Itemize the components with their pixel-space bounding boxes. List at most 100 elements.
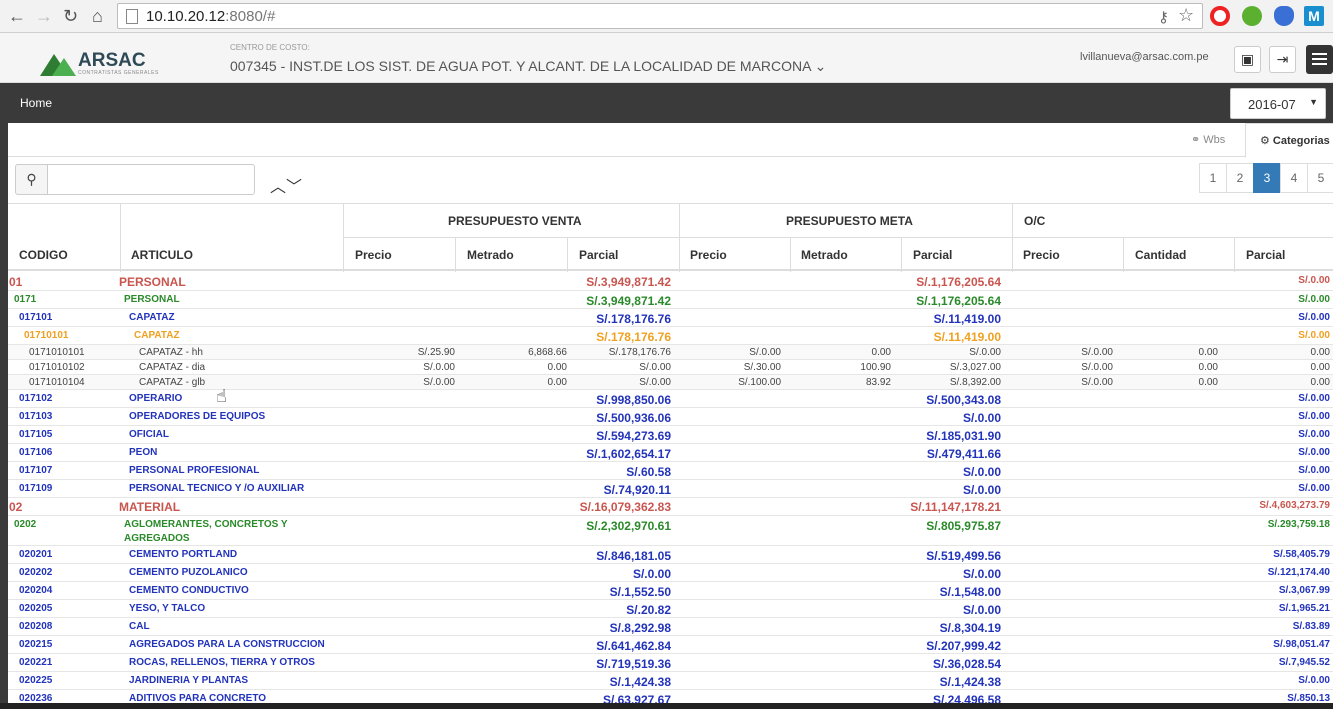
col-codigo[interactable]: CODIGO xyxy=(19,248,68,262)
page-4-button[interactable]: 4 xyxy=(1280,163,1308,193)
nav-home-link[interactable]: Home xyxy=(20,96,52,110)
table-row[interactable]: 01 PERSONAL S/.3,949,871.42 S/.1,176,205.64… xyxy=(8,273,1333,291)
table-row[interactable]: 0202 AGLOMERANTES, CONCRETOS Y AGREGADOS S/… xyxy=(8,516,1333,546)
row-name-line2: AGREGADOS xyxy=(124,533,190,544)
row-code: 020215 xyxy=(19,639,53,650)
cell-oc-parcial: S/.0.00 xyxy=(1298,465,1330,476)
forward-icon[interactable]: → xyxy=(35,6,53,27)
table-row[interactable]: 01710101 CAPATAZ S/.178,176.76 S/.11,419.00… xyxy=(8,327,1333,345)
cell-oc-parcial: 0.00 xyxy=(1310,377,1330,388)
table-row[interactable]: 017106 PEON S/.1,602,654.17 S/.479,411.66 S/… xyxy=(8,444,1333,462)
logout-button[interactable]: ⇥ xyxy=(1269,46,1296,73)
page-1-button[interactable]: 1 xyxy=(1199,163,1227,193)
menu-button[interactable] xyxy=(1306,45,1333,74)
cell-m-parcial: S/.1,176,205.64 xyxy=(916,294,1001,308)
tab-categorias[interactable]: ⚙ Categorias xyxy=(1245,123,1333,158)
col-meta-precio[interactable]: Precio xyxy=(690,248,727,262)
row-name: YESO, Y TALCO xyxy=(129,603,206,614)
cell-v-parcial: S/.500,936.06 xyxy=(596,411,671,425)
row-code: 01710101 xyxy=(24,330,69,341)
col-venta-precio[interactable]: Precio xyxy=(355,248,392,262)
cell-oc-parcial: S/.0.00 xyxy=(1298,275,1330,286)
col-oc-precio[interactable]: Precio xyxy=(1023,248,1060,262)
col-meta-parcial[interactable]: Parcial xyxy=(913,248,952,262)
row-code: 017109 xyxy=(19,483,53,494)
row-code: 017103 xyxy=(19,411,53,422)
chevron-up-icon[interactable]: ︿ xyxy=(270,179,286,196)
cell-v-parcial: S/.60.58 xyxy=(626,465,671,479)
table-row[interactable]: 017101 CAPATAZ S/.178,176.76 S/.11,419.00 S/… xyxy=(8,309,1333,327)
address-bar[interactable]: 10.10.20.12:8080/# ⚷ ☆ xyxy=(117,3,1203,29)
table-row[interactable]: 017107 PERSONAL PROFESIONAL S/.60.58 S/.0.0… xyxy=(8,462,1333,480)
table-row[interactable]: 02 MATERIAL S/.16,079,362.83 S/.11,147,178.… xyxy=(8,498,1333,516)
home-icon[interactable]: ⌂ xyxy=(92,6,103,27)
m-extension-icon[interactable]: M xyxy=(1304,6,1324,26)
app-header: ARSAC CONTRATISTAS GENERALES CENTRO DE C… xyxy=(0,33,1333,83)
opera-extension-icon[interactable] xyxy=(1210,6,1230,26)
table-row[interactable]: 017103 OPERADORES DE EQUIPOS S/.500,936.06… xyxy=(8,408,1333,426)
cell-oc-parcial: S/.0.00 xyxy=(1298,675,1330,686)
row-name: CAPATAZ - dia xyxy=(139,362,206,373)
cell-m-parcial: S/.805,975.87 xyxy=(926,519,1001,533)
row-name: MATERIAL xyxy=(119,500,181,514)
browser-toolbar: ← → ↻ ⌂ 10.10.20.12:8080/# ⚷ ☆ M xyxy=(0,0,1333,33)
back-icon[interactable]: ← xyxy=(8,6,26,27)
view-tabs: ⚭ Wbs ⚙ Categorias xyxy=(8,123,1333,158)
table-row[interactable]: 020205 YESO, Y TALCO S/.20.82 S/.0.00 S/.1,9… xyxy=(8,600,1333,618)
table-row[interactable]: 0171010104 CAPATAZ - glb S/.0.00 0.00 S/.0.0… xyxy=(8,375,1333,390)
table-row[interactable]: 020204 CEMENTO CONDUCTIVO S/.1,552.50 S/.1,… xyxy=(8,582,1333,600)
table-row[interactable]: 020202 CEMENTO PUZOLANICO S/.0.00 S/.0.00 S/… xyxy=(8,564,1333,582)
cell-m-parcial: S/.185,031.90 xyxy=(926,429,1001,443)
row-code: 017102 xyxy=(19,393,53,404)
table-row[interactable]: 020208 CAL S/.8,292.98 S/.8,304.19 S/.83.89 xyxy=(8,618,1333,636)
leaf-extension-icon[interactable] xyxy=(1242,6,1262,26)
reload-icon[interactable]: ↻ xyxy=(63,6,78,27)
taskbar-strip xyxy=(0,703,1333,709)
search-input[interactable] xyxy=(47,164,255,195)
key-icon[interactable]: ⚷ xyxy=(1158,8,1169,26)
row-code: 02 xyxy=(9,500,23,514)
table-row[interactable]: 020215 AGREGADOS PARA LA CONSTRUCCION S/.6… xyxy=(8,636,1333,654)
cell-v-parcial: S/.16,079,362.83 xyxy=(579,500,671,514)
table-row[interactable]: 017109 PERSONAL TECNICO Y /O AUXILIAR S/.7… xyxy=(8,480,1333,498)
cell-oc-parcial: S/.58,405.79 xyxy=(1273,549,1330,560)
col-venta-parcial[interactable]: Parcial xyxy=(579,248,618,262)
cell-oc-parcial: S/.121,174.40 xyxy=(1267,567,1330,578)
logo-subtitle: CONTRATISTAS GENERALES xyxy=(78,70,159,76)
page-icon xyxy=(126,9,138,24)
table-row[interactable]: 017102 OPERARIO S/.998,850.06 S/.500,343.08… xyxy=(8,390,1333,408)
cost-center-dropdown[interactable]: 007345 - INST.DE LOS SIST. DE AGUA POT. … xyxy=(230,58,826,75)
table-row[interactable]: 020225 JARDINERIA Y PLANTAS S/.1,424.38 S/.… xyxy=(8,672,1333,690)
row-name: CAL xyxy=(129,621,150,632)
tab-wbs[interactable]: ⚭ Wbs xyxy=(1191,133,1225,146)
table-row[interactable]: 020221 ROCAS, RELLENOS, TIERRA Y OTROS S/.… xyxy=(8,654,1333,672)
briefcase-button[interactable]: ▣ xyxy=(1234,46,1261,73)
cell-v-parcial: S/.0.00 xyxy=(632,567,671,581)
col-venta-metrado[interactable]: Metrado xyxy=(467,248,514,262)
page-2-button[interactable]: 2 xyxy=(1226,163,1254,193)
table-row[interactable]: 017105 OFICIAL S/.594,273.69 S/.185,031.90 S… xyxy=(8,426,1333,444)
table-row[interactable]: 020201 CEMENTO PORTLAND S/.846,181.05 S/.51… xyxy=(8,546,1333,564)
bookmark-star-icon[interactable]: ☆ xyxy=(1178,5,1194,26)
cell-m-parcial: S/.1,548.00 xyxy=(939,585,1001,599)
col-meta-metrado[interactable]: Metrado xyxy=(801,248,848,262)
search-button[interactable]: ⚲ xyxy=(15,164,48,195)
cell-m-parcial: S/.207,999.42 xyxy=(926,639,1001,653)
page-5-button[interactable]: 5 xyxy=(1307,163,1333,193)
row-code: 020221 xyxy=(19,657,53,668)
cell-oc-parcial: S/.1,965.21 xyxy=(1278,603,1330,614)
table-row[interactable]: 0171010101 CAPATAZ - hh S/.25.90 6,868.66 S/… xyxy=(8,345,1333,360)
row-name: OFICIAL xyxy=(129,429,169,440)
col-oc-parcial[interactable]: Parcial xyxy=(1246,248,1285,262)
table-row[interactable]: 0171010102 CAPATAZ - dia S/.0.00 0.00 S/.0.0… xyxy=(8,360,1333,375)
period-select[interactable]: 2016-07 ▼ xyxy=(1230,88,1326,119)
cell-m-parcial: S/.8,304.19 xyxy=(939,621,1001,635)
url-text: 10.10.20.12:8080/# xyxy=(146,8,276,25)
download-extension-icon[interactable] xyxy=(1274,6,1294,26)
table-row[interactable]: 0171 PERSONAL S/.3,949,871.42 S/.1,176,205.… xyxy=(8,291,1333,309)
col-oc-cantidad[interactable]: Cantidad xyxy=(1135,248,1186,262)
col-articulo[interactable]: ARTICULO xyxy=(131,248,193,262)
cell-v-parcial: S/.3,949,871.42 xyxy=(586,294,671,308)
page-3-button[interactable]: 3 xyxy=(1253,163,1281,193)
chevron-down-icon[interactable]: ﹀ xyxy=(286,179,302,196)
